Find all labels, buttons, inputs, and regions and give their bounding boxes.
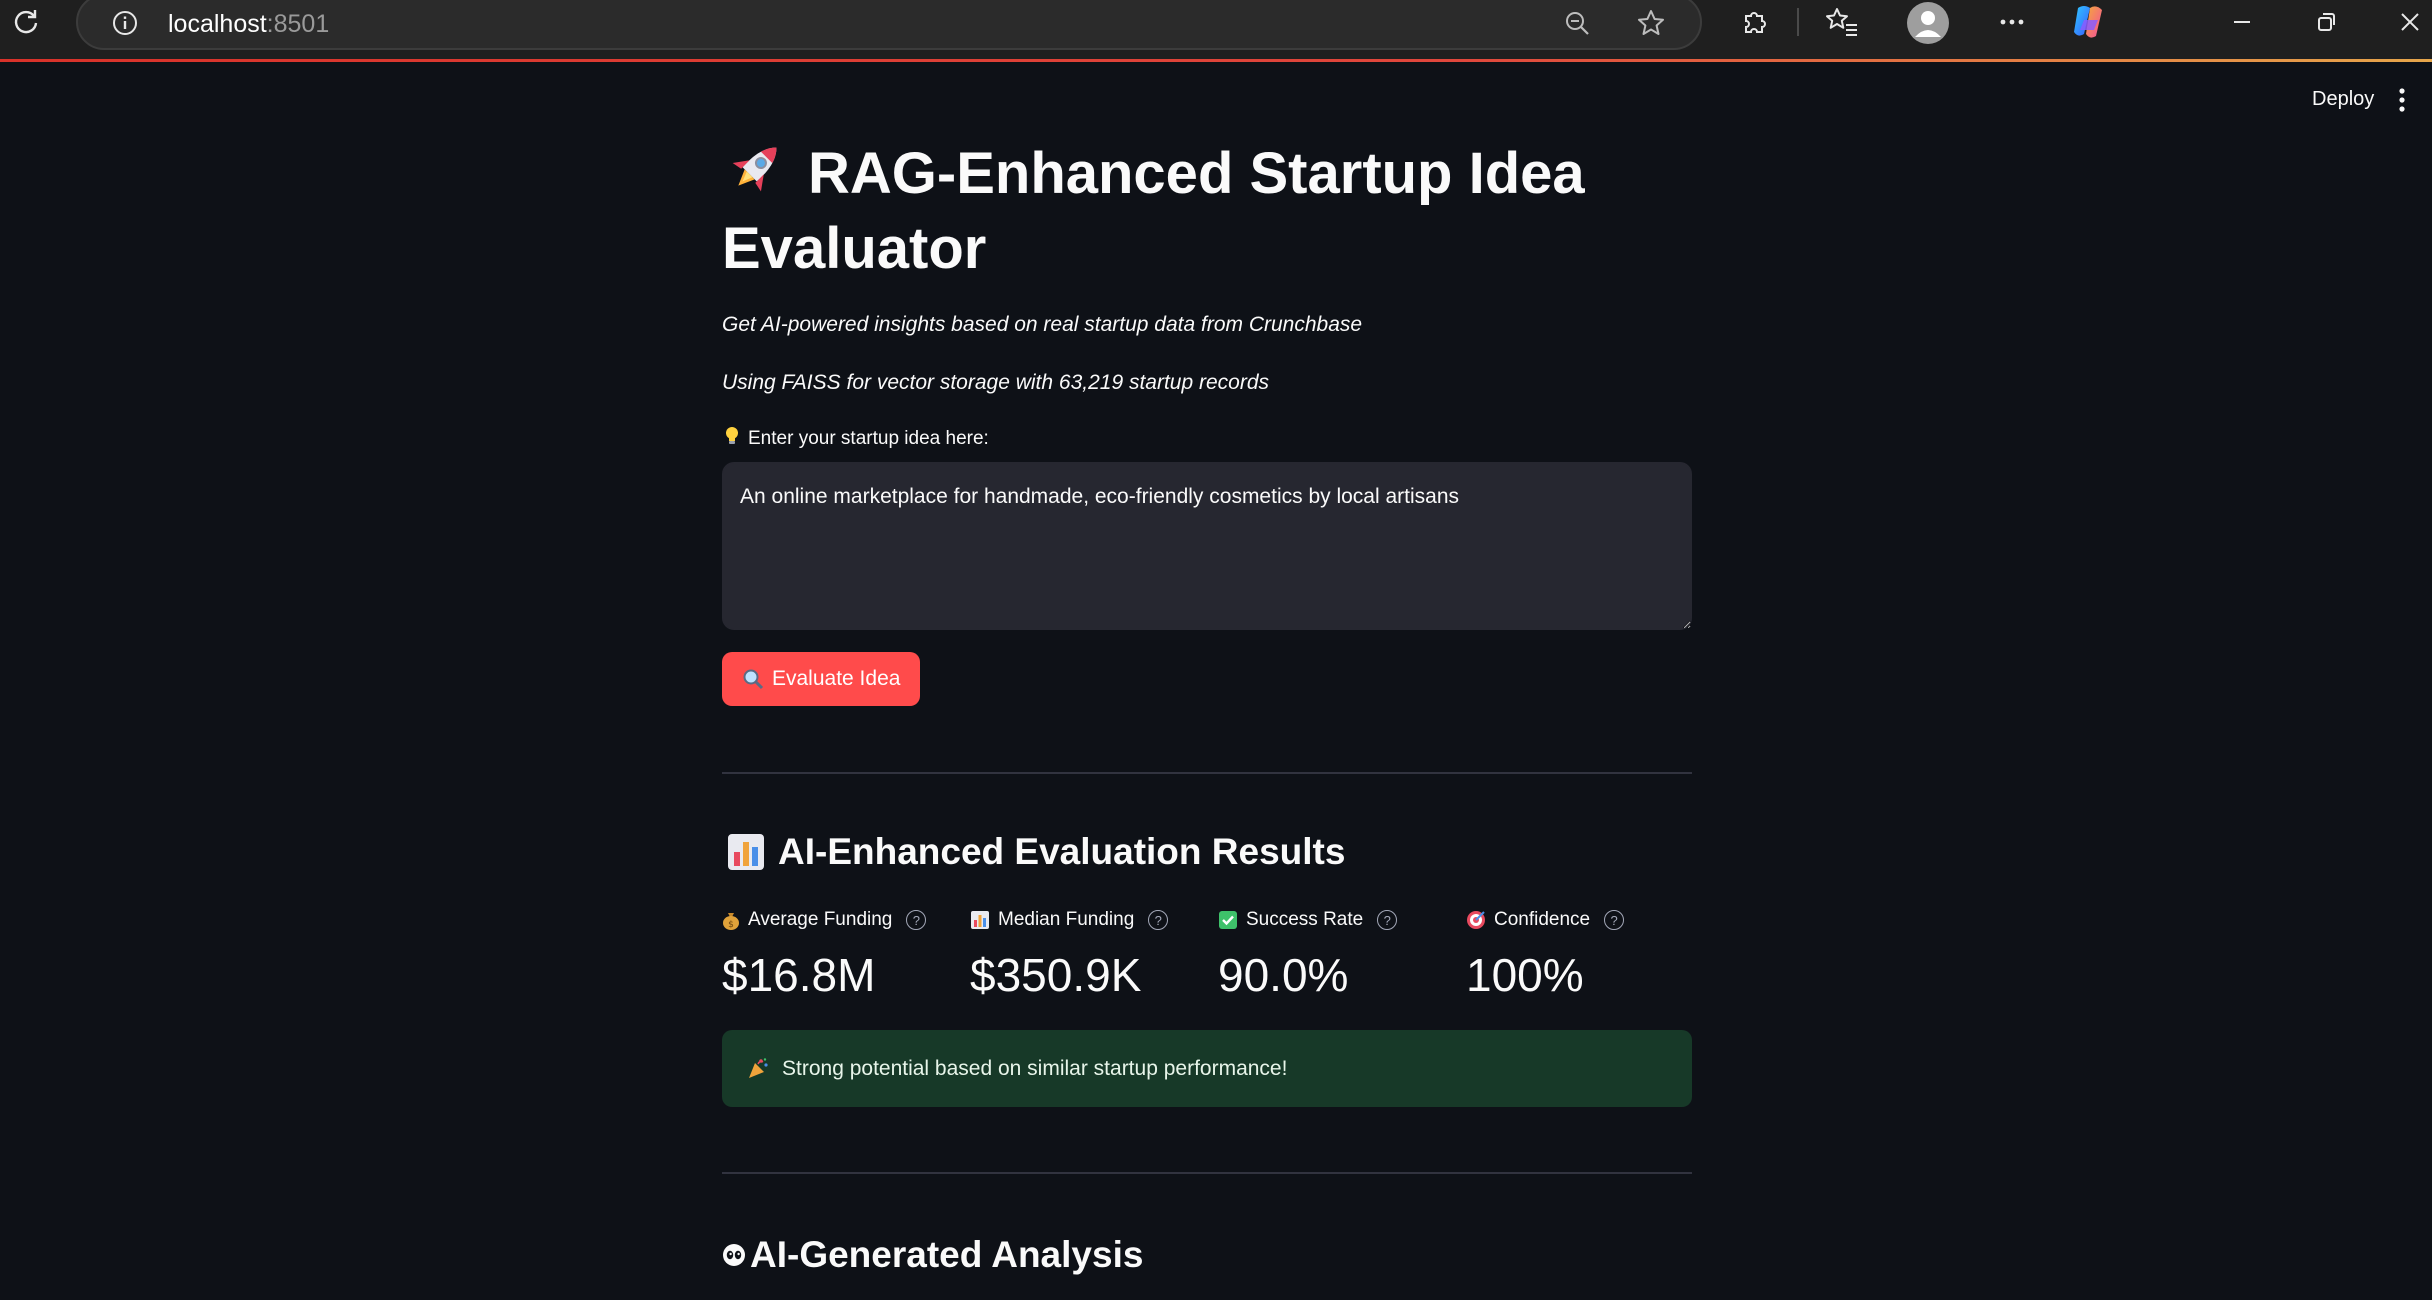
- evaluate-idea-button[interactable]: Evaluate Idea: [722, 652, 921, 706]
- more-options-icon[interactable]: [1994, 4, 2030, 40]
- profile-avatar-icon[interactable]: [1906, 1, 1950, 45]
- close-icon[interactable]: [2392, 4, 2428, 40]
- minimize-icon[interactable]: [2224, 4, 2260, 40]
- bar-chart-icon: [970, 910, 990, 930]
- metric-value: 90.0%: [1218, 949, 1349, 1001]
- analysis-heading-text: AI-Generated Analysis: [750, 1234, 1144, 1275]
- page-title-text: RAG-Enhanced Startup Idea Evaluator: [722, 141, 1585, 281]
- rocket-icon: [722, 137, 790, 199]
- subtitle: Get AI-powered insights based on real st…: [722, 313, 1363, 336]
- reload-icon[interactable]: [10, 6, 42, 38]
- metric-value: $16.8M: [722, 949, 876, 1001]
- main-menu-icon[interactable]: [2384, 80, 2420, 120]
- url-port: :8501: [266, 10, 330, 38]
- metric-label: Confidence ?: [1466, 906, 1706, 934]
- metric-value: 100%: [1466, 949, 1584, 1001]
- restore-icon[interactable]: [2308, 4, 2344, 40]
- metric-label-text: Confidence: [1494, 909, 1591, 930]
- bar-chart-icon: [726, 832, 766, 872]
- toolbar-separator: [1797, 8, 1799, 36]
- evaluate-idea-label: Evaluate Idea: [772, 667, 901, 690]
- metric-label: $ Average Funding ?: [722, 906, 962, 934]
- eyes-icon: [722, 1243, 746, 1267]
- metric-label: Median Funding ?: [970, 906, 1210, 934]
- idea-input-label: Enter your startup idea here:: [724, 426, 989, 450]
- metric-success-rate: Success Rate ? 90.0%: [1218, 906, 1458, 1002]
- idea-input-label-text: Enter your startup idea here:: [748, 428, 989, 449]
- results-heading-text: AI-Enhanced Evaluation Results: [778, 831, 1346, 872]
- help-icon[interactable]: ?: [1604, 910, 1625, 930]
- metric-label-text: Average Funding: [748, 909, 893, 930]
- storage-note: Using FAISS for vector storage with 63,2…: [722, 371, 1270, 394]
- help-icon[interactable]: ?: [1377, 910, 1398, 930]
- zoom-out-icon[interactable]: [1560, 6, 1594, 40]
- magnifier-icon: [742, 668, 764, 690]
- site-info-icon[interactable]: [110, 8, 140, 38]
- metric-confidence: Confidence ? 100%: [1466, 906, 1706, 1002]
- help-icon[interactable]: ?: [906, 910, 927, 930]
- success-alert: Strong potential based on similar startu…: [722, 1030, 1692, 1107]
- favorite-star-icon[interactable]: [1634, 6, 1668, 40]
- deploy-button[interactable]: Deploy: [2300, 82, 2386, 116]
- idea-textarea[interactable]: An online marketplace for handmade, eco-…: [722, 462, 1692, 630]
- page-load-bar: [0, 59, 2432, 62]
- browser-toolbar: localhost:8501: [0, 0, 2432, 62]
- url-host: localhost: [168, 10, 267, 38]
- divider: [722, 772, 1692, 774]
- metric-value: $350.9K: [970, 949, 1142, 1001]
- results-heading: AI-Enhanced Evaluation Results: [722, 831, 1345, 873]
- target-icon: [1466, 910, 1486, 930]
- party-popper-icon: [746, 1057, 770, 1081]
- favorites-icon[interactable]: [1824, 4, 1860, 40]
- divider: [722, 1172, 1692, 1174]
- page-title: RAG-Enhanced Startup Idea Evaluator: [722, 136, 1692, 286]
- svg-text:$: $: [728, 920, 734, 930]
- url-text[interactable]: localhost:8501: [168, 10, 329, 39]
- analysis-heading: AI-Generated Analysis: [722, 1234, 1143, 1276]
- lightbulb-icon: [724, 426, 740, 446]
- money-bag-icon: $: [722, 910, 740, 930]
- metric-label-text: Median Funding: [998, 909, 1135, 930]
- success-alert-text: Strong potential based on similar startu…: [782, 1056, 1288, 1080]
- check-box-icon: [1218, 910, 1238, 930]
- metric-label: Success Rate ?: [1218, 906, 1458, 934]
- metric-average-funding: $ Average Funding ? $16.8M: [722, 906, 962, 1002]
- help-icon[interactable]: ?: [1148, 910, 1169, 930]
- metric-median-funding: Median Funding ? $350.9K: [970, 906, 1210, 1002]
- metric-label-text: Success Rate: [1246, 909, 1364, 930]
- copilot-icon[interactable]: [2068, 0, 2112, 44]
- extensions-icon[interactable]: [1736, 4, 1772, 40]
- address-bar[interactable]: localhost:8501: [76, 0, 1702, 50]
